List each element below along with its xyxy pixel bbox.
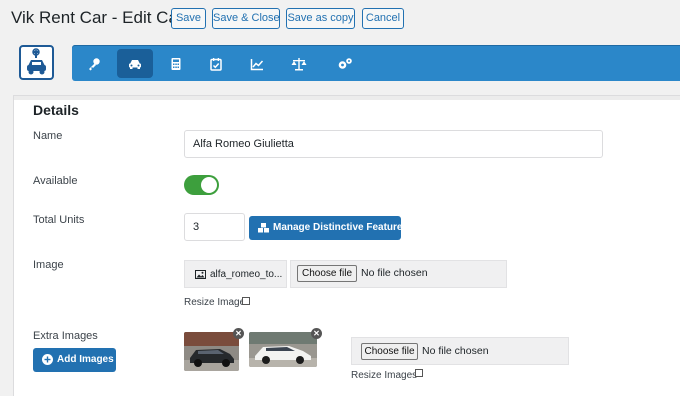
- current-image-filename: alfa_romeo_to...: [210, 269, 283, 280]
- tab-settings[interactable]: [326, 49, 362, 78]
- resize-images-label: Resize Images: [351, 370, 418, 381]
- panel-top-bar: [14, 96, 680, 100]
- image-label: Image: [33, 259, 64, 271]
- image-choose-file-button[interactable]: Choose file: [297, 265, 357, 282]
- chart-line-icon: [250, 59, 264, 71]
- save-close-button[interactable]: Save & Close: [212, 8, 280, 29]
- total-units-label: Total Units: [33, 214, 85, 226]
- balance-scale-icon: [291, 58, 307, 71]
- extra-image-thumbnail[interactable]: [249, 332, 317, 367]
- manage-features-label: Manage Distinctive Features: [273, 222, 409, 233]
- plus-circle-icon: [42, 354, 53, 365]
- image-no-file-text: No file chosen: [361, 267, 428, 279]
- dark-car-image: [184, 332, 239, 371]
- tab-statistics[interactable]: [239, 49, 275, 78]
- name-input[interactable]: Alfa Romeo Giulietta: [184, 130, 603, 158]
- extra-images-choose-file-button[interactable]: Choose file: [361, 343, 418, 360]
- resize-image-label: Resize Image: [184, 297, 246, 308]
- app-logo[interactable]: [19, 45, 54, 80]
- tab-rates[interactable]: [158, 49, 194, 78]
- manage-features-button[interactable]: Manage Distinctive Features: [249, 216, 408, 240]
- tab-key[interactable]: [76, 49, 112, 78]
- name-label: Name: [33, 130, 63, 142]
- extra-images-label: Extra Images: [33, 330, 98, 342]
- add-images-button[interactable]: Add Images: [33, 348, 116, 372]
- car-logo-icon: [27, 48, 46, 75]
- remove-image-button[interactable]: ✕: [233, 328, 244, 339]
- remove-image-button[interactable]: ✕: [311, 328, 322, 339]
- extra-images-no-file-text: No file chosen: [422, 345, 489, 357]
- cubes-icon: [258, 223, 269, 233]
- add-images-label: Add Images: [57, 354, 114, 365]
- tab-car[interactable]: [117, 49, 153, 78]
- resize-image-checkbox[interactable]: [242, 297, 250, 305]
- toggle-knob: [201, 177, 217, 193]
- tab-legal[interactable]: [280, 49, 316, 78]
- car-icon: [129, 60, 141, 69]
- resize-images-checkbox[interactable]: [415, 369, 423, 377]
- save-button[interactable]: Save: [171, 8, 206, 29]
- page-title: Vik Rent Car - Edit Car: [11, 8, 184, 27]
- available-label: Available: [33, 175, 78, 187]
- details-heading: Details: [33, 102, 79, 118]
- white-car-image: [249, 332, 317, 367]
- total-units-input[interactable]: 3: [184, 213, 245, 241]
- calculator-icon: [171, 58, 181, 70]
- save-as-copy-button[interactable]: Save as copy: [286, 8, 355, 29]
- calendar-check-icon: [210, 58, 222, 71]
- extra-image-thumbnail[interactable]: [184, 332, 239, 371]
- tab-availability[interactable]: [198, 49, 234, 78]
- cancel-button[interactable]: Cancel: [362, 8, 404, 29]
- key-icon: [89, 58, 100, 71]
- available-toggle[interactable]: [184, 175, 219, 195]
- current-image-file[interactable]: alfa_romeo_to...: [184, 260, 287, 288]
- image-icon: [195, 270, 206, 279]
- cogs-icon: [338, 58, 352, 69]
